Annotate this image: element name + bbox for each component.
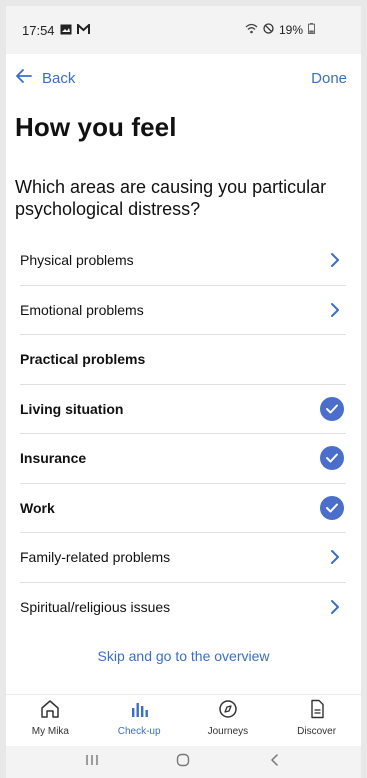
section-header-practical-problems: Practical problems xyxy=(20,335,346,385)
list-item-label: Living situation xyxy=(20,400,124,417)
list-item-insurance[interactable]: Insurance xyxy=(20,434,346,484)
list-item-label: Emotional problems xyxy=(20,301,144,318)
back-button[interactable]: Back xyxy=(16,69,75,87)
system-navigation-bar xyxy=(6,746,361,778)
list-item-label: Family-related problems xyxy=(20,549,171,566)
skip-to-overview-link[interactable]: Skip and go to the overview xyxy=(6,648,361,664)
tab-label: Check-up xyxy=(117,726,161,737)
compass-icon xyxy=(217,699,239,724)
list-item-work[interactable]: Work xyxy=(20,484,346,533)
home-icon xyxy=(39,699,61,724)
checkmark-circle-icon xyxy=(320,495,344,520)
list-item-label: Spiritual/religious issues xyxy=(20,599,171,616)
recent-apps-button[interactable] xyxy=(72,753,112,771)
list-item-family-related-problems[interactable]: Family-related problems xyxy=(20,533,346,583)
battery-icon xyxy=(308,23,315,37)
bottom-tab-bar: My Mika Check-up Journeys Discover xyxy=(6,694,361,744)
chevron-left-icon xyxy=(270,753,280,772)
distress-area-list: Physical problems Emotional problems Pract… xyxy=(20,236,346,632)
list-item-label: Practical problems xyxy=(20,351,146,368)
list-item-label: Insurance xyxy=(20,450,87,467)
list-item-label: Physical problems xyxy=(20,252,134,269)
question-text: Which areas are causing you particular p… xyxy=(15,177,327,219)
back-system-button[interactable] xyxy=(255,753,295,772)
tab-label: Discover xyxy=(297,726,337,737)
done-button[interactable]: Done xyxy=(311,70,347,87)
list-item-label: Work xyxy=(20,499,55,516)
tab-discover[interactable]: Discover xyxy=(277,699,357,737)
chevron-right-icon xyxy=(326,548,344,566)
home-system-button[interactable] xyxy=(163,753,203,772)
document-icon xyxy=(306,699,328,724)
wifi-icon xyxy=(245,23,258,37)
home-circle-icon xyxy=(176,753,190,772)
status-time: 17:54 xyxy=(22,22,55,38)
do-not-disturb-icon xyxy=(263,23,274,37)
tab-label: My Mika xyxy=(31,726,69,737)
list-item-physical-problems[interactable]: Physical problems xyxy=(20,236,346,286)
phone-screen: 17:54 19% Back Done How you feel Which a… xyxy=(6,6,361,778)
page-title: How you feel xyxy=(15,112,177,142)
arrow-left-icon xyxy=(16,69,32,87)
tab-label: Journeys xyxy=(207,726,249,737)
gmail-notification-icon xyxy=(76,22,90,38)
top-navigation: Back Done xyxy=(6,58,361,98)
chevron-right-icon xyxy=(326,301,344,319)
list-item-emotional-problems[interactable]: Emotional problems xyxy=(20,286,346,335)
bar-chart-icon xyxy=(128,699,150,724)
tab-my-mika[interactable]: My Mika xyxy=(10,699,90,737)
back-label: Back xyxy=(42,69,76,87)
gallery-notification-icon xyxy=(60,23,72,38)
checkmark-circle-icon xyxy=(320,446,344,471)
list-item-living-situation[interactable]: Living situation xyxy=(20,385,346,434)
battery-level: 19% xyxy=(278,23,303,37)
recent-apps-icon xyxy=(85,753,99,771)
list-item-spiritual-religious-issues[interactable]: Spiritual/religious issues xyxy=(20,583,346,633)
tab-check-up[interactable]: Check-up xyxy=(99,699,179,737)
status-bar: 17:54 19% xyxy=(6,6,361,54)
checkmark-circle-icon xyxy=(320,396,344,421)
chevron-right-icon xyxy=(326,251,344,269)
chevron-right-icon xyxy=(326,598,344,616)
tab-journeys[interactable]: Journeys xyxy=(188,699,268,737)
